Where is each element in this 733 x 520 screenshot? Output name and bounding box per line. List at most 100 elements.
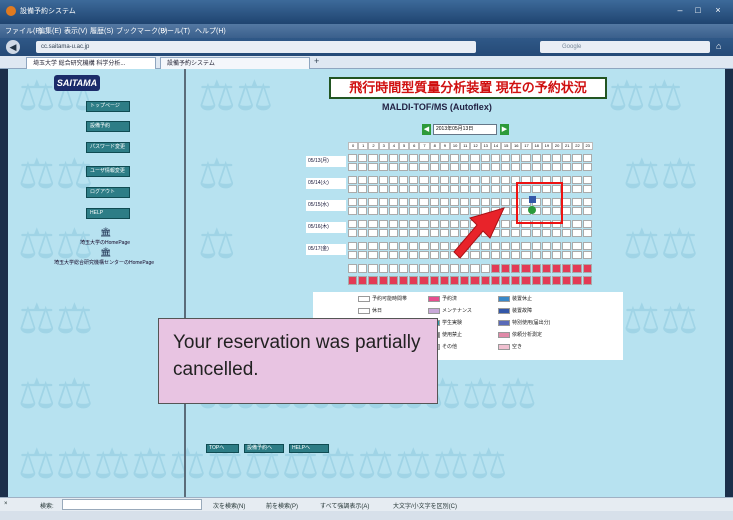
time-slot[interactable] (531, 229, 541, 237)
time-slot[interactable] (562, 207, 572, 215)
booked-slot[interactable] (388, 264, 398, 273)
booked-slot[interactable] (501, 276, 511, 285)
time-slot[interactable] (358, 207, 368, 215)
day-label[interactable]: 05/14(火) (306, 178, 346, 189)
time-slot[interactable] (552, 163, 562, 171)
time-slot[interactable] (511, 251, 521, 259)
time-slot[interactable] (582, 176, 592, 184)
booked-slot[interactable] (480, 276, 490, 285)
booked-slot[interactable] (541, 264, 551, 273)
booked-slot[interactable] (521, 264, 531, 273)
time-slot[interactable] (562, 198, 572, 206)
time-slot[interactable] (562, 163, 572, 171)
time-slot[interactable] (450, 163, 460, 171)
booked-slot[interactable] (521, 276, 531, 285)
time-slot[interactable] (378, 242, 388, 250)
time-slot[interactable] (572, 251, 582, 259)
time-slot[interactable] (470, 185, 480, 193)
booked-slot[interactable] (531, 276, 541, 285)
time-slot[interactable] (439, 163, 449, 171)
time-slot[interactable] (460, 154, 470, 162)
time-slot[interactable] (490, 185, 500, 193)
time-slot[interactable] (429, 198, 439, 206)
time-slot[interactable] (470, 163, 480, 171)
time-slot[interactable] (419, 229, 429, 237)
menu-view[interactable]: 表示(V) (64, 26, 87, 36)
time-slot[interactable] (450, 185, 460, 193)
time-slot[interactable] (501, 176, 511, 184)
booked-slot[interactable] (450, 264, 460, 273)
day-label[interactable]: 05/13(月) (306, 156, 346, 167)
time-slot[interactable] (419, 198, 429, 206)
booked-slot[interactable] (572, 264, 582, 273)
time-slot[interactable] (501, 163, 511, 171)
time-slot[interactable] (470, 176, 480, 184)
time-slot[interactable] (572, 154, 582, 162)
time-slot[interactable] (582, 229, 592, 237)
sidebar-item-logout[interactable]: ログアウト (86, 187, 130, 198)
booked-slot[interactable] (358, 276, 368, 285)
time-slot[interactable] (378, 251, 388, 259)
cancellable-marker[interactable] (528, 206, 536, 214)
next-date-icon[interactable]: ▶ (500, 124, 509, 135)
time-slot[interactable] (582, 154, 592, 162)
time-slot[interactable] (541, 242, 551, 250)
time-slot[interactable] (388, 251, 398, 259)
time-slot[interactable] (511, 163, 521, 171)
booked-slot[interactable] (429, 264, 439, 273)
booked-slot[interactable] (490, 276, 500, 285)
time-slot[interactable] (429, 185, 439, 193)
time-slot[interactable] (378, 229, 388, 237)
time-slot[interactable] (388, 176, 398, 184)
time-slot[interactable] (439, 220, 449, 228)
booked-slot[interactable] (511, 276, 521, 285)
reserve-button[interactable]: 設備予約へ (244, 444, 284, 453)
time-slot[interactable] (521, 251, 531, 259)
time-slot[interactable] (582, 163, 592, 171)
time-slot[interactable] (348, 207, 358, 215)
time-slot[interactable] (388, 229, 398, 237)
time-slot[interactable] (388, 185, 398, 193)
time-slot[interactable] (552, 154, 562, 162)
menu-help[interactable]: ヘルプ(H) (195, 26, 226, 36)
booked-slot[interactable] (348, 264, 358, 273)
sidebar-item-password[interactable]: パスワード変更 (86, 142, 130, 153)
time-slot[interactable] (562, 229, 572, 237)
time-slot[interactable] (399, 154, 409, 162)
time-slot[interactable] (511, 242, 521, 250)
time-slot[interactable] (409, 242, 419, 250)
booked-slot[interactable] (582, 264, 592, 273)
time-slot[interactable] (348, 176, 358, 184)
time-slot[interactable] (572, 198, 582, 206)
close-icon[interactable]: × (710, 4, 726, 16)
time-slot[interactable] (419, 176, 429, 184)
booked-slot[interactable] (409, 264, 419, 273)
time-slot[interactable] (480, 176, 490, 184)
time-slot[interactable] (511, 154, 521, 162)
time-slot[interactable] (582, 251, 592, 259)
time-slot[interactable] (439, 185, 449, 193)
sidebar-item-top[interactable]: トップページ (86, 101, 130, 112)
time-slot[interactable] (521, 229, 531, 237)
time-slot[interactable] (399, 251, 409, 259)
time-slot[interactable] (521, 242, 531, 250)
time-slot[interactable] (541, 251, 551, 259)
menu-file[interactable]: ファイル(F) (5, 26, 42, 36)
find-close-icon[interactable]: × (4, 501, 8, 507)
time-slot[interactable] (562, 176, 572, 184)
time-slot[interactable] (409, 176, 419, 184)
time-slot[interactable] (582, 198, 592, 206)
time-slot[interactable] (429, 207, 439, 215)
date-select[interactable]: 2013年05月13日 (433, 124, 497, 135)
time-slot[interactable] (358, 154, 368, 162)
booked-slot[interactable] (470, 276, 480, 285)
time-slot[interactable] (348, 251, 358, 259)
time-slot[interactable] (348, 220, 358, 228)
time-slot[interactable] (378, 198, 388, 206)
help-button[interactable]: HELPへ (289, 444, 329, 453)
time-slot[interactable] (552, 229, 562, 237)
time-slot[interactable] (582, 207, 592, 215)
time-slot[interactable] (480, 154, 490, 162)
find-prev-button[interactable]: 前を検索(P) (266, 501, 298, 510)
back-icon[interactable]: ◀ (6, 40, 20, 54)
